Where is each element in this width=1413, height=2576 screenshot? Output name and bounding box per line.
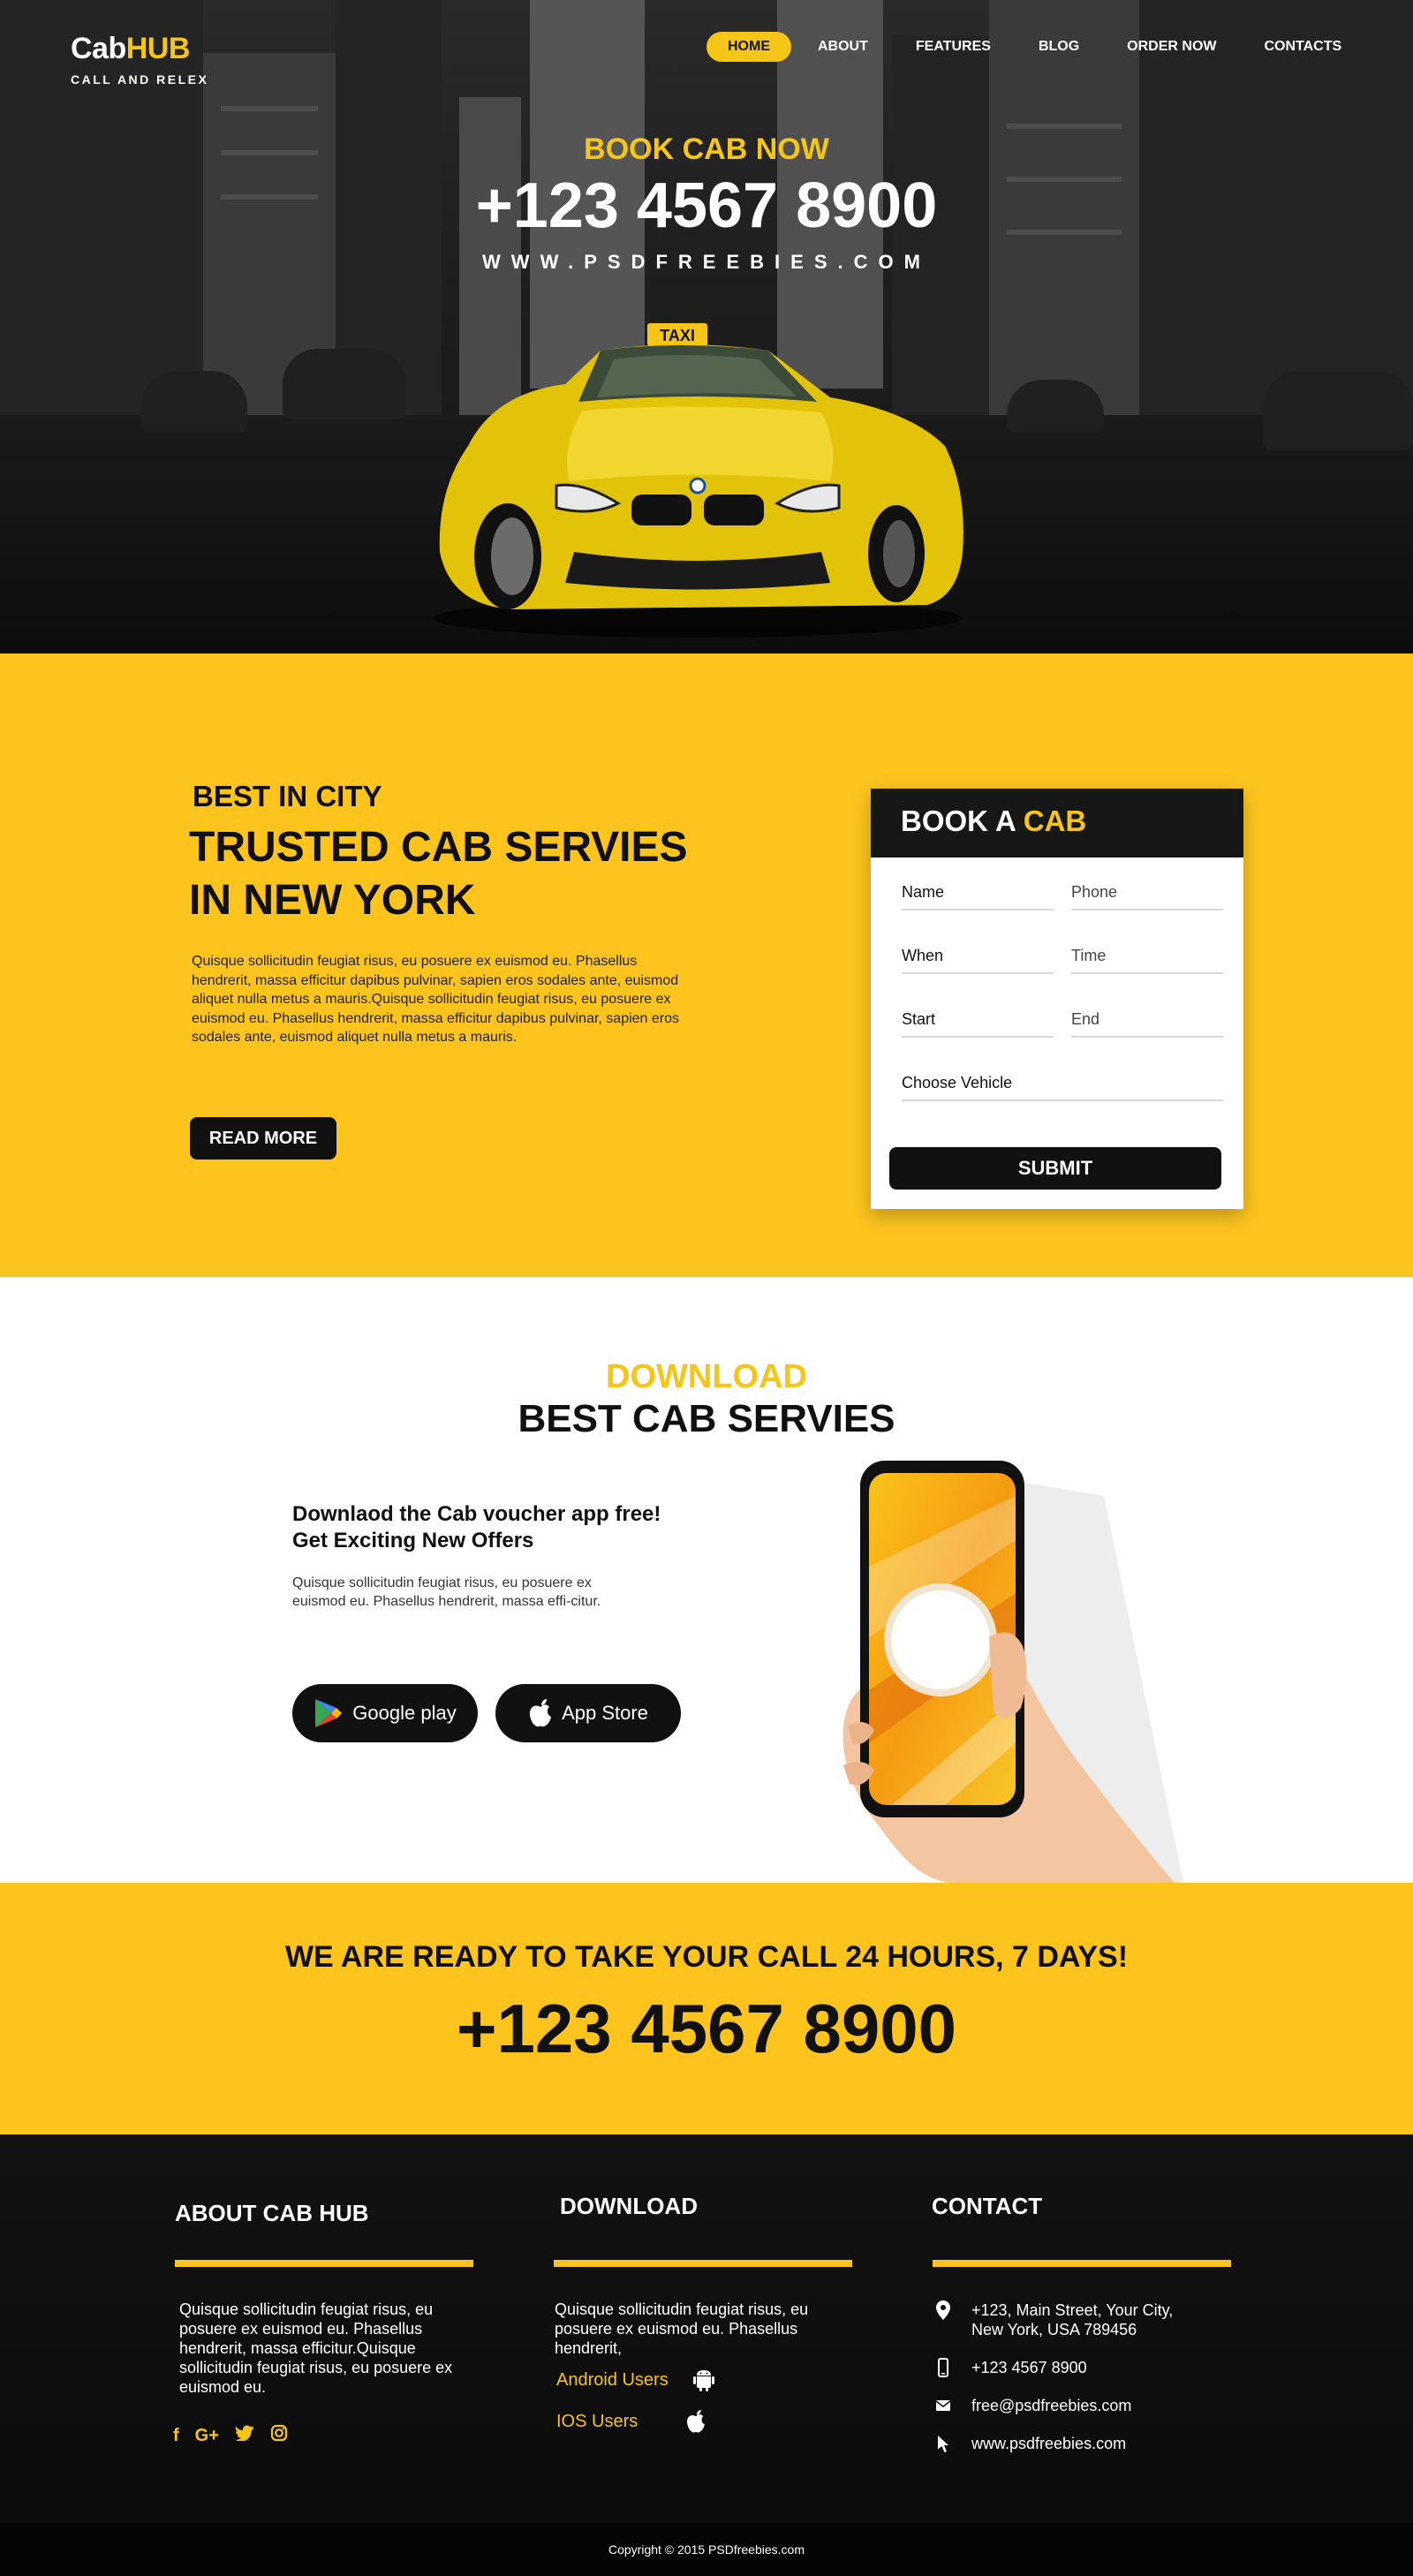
- download-subtitle-line1: Downlaod the Cab voucher app free!: [292, 1502, 661, 1526]
- logo[interactable]: CabHUB: [71, 32, 190, 66]
- google-plus-icon[interactable]: G+: [195, 2426, 219, 2446]
- app-store-button[interactable]: App Store: [495, 1684, 681, 1742]
- instagram-icon[interactable]: [270, 2424, 288, 2447]
- booking-form-title: BOOK A CAB: [901, 805, 1087, 837]
- app-store-label: App Store: [562, 1702, 648, 1724]
- facebook-icon[interactable]: f: [173, 2426, 179, 2446]
- envelope-icon: [936, 2400, 950, 2411]
- copyright-text: Copyright © 2015 PSDfreebies.com: [608, 2542, 805, 2557]
- contact-address: +123, Main Street, Your City, New York, …: [936, 2300, 1173, 2339]
- contact-address-text: +123, Main Street, Your City, New York, …: [971, 2301, 1174, 2338]
- footer-about-text: Quisque sollicitudin feugiat risus, eu p…: [179, 2300, 453, 2396]
- vehicle-select[interactable]: [902, 1066, 1223, 1101]
- booking-title: TRUSTED CAB SERVIES IN NEW YORK: [189, 821, 719, 927]
- booking-title-line1: TRUSTED CAB SERVIES: [189, 824, 688, 871]
- footer-download-title: DOWNLOAD: [560, 2193, 698, 2219]
- mobile-phone-icon: [938, 2358, 948, 2377]
- android-link-label: Android Users: [556, 2369, 669, 2390]
- ios-link[interactable]: IOS Users: [556, 2409, 706, 2434]
- ios-apple-icon: [687, 2409, 706, 2433]
- logo-text-hub: HUB: [125, 32, 191, 65]
- submit-button[interactable]: SUBMIT: [889, 1147, 1221, 1190]
- booking-title-line2: IN NEW YORK: [189, 877, 476, 924]
- footer-about-divider: [175, 2260, 473, 2267]
- footer-contact-divider: [933, 2260, 1231, 2267]
- hero-phone[interactable]: +123 4567 8900: [0, 170, 1413, 242]
- contact-email-text: free@psdfreebies.com: [971, 2397, 1132, 2414]
- download-description: Quisque sollicitudin feugiat risus, eu p…: [292, 1575, 601, 1609]
- booking-description: Quisque sollicitudin feugiat risus, eu p…: [192, 954, 680, 1045]
- apple-icon: [529, 1699, 552, 1727]
- booking-kicker: BEST IN CITY: [193, 780, 382, 812]
- footer-contact-title: CONTACT: [932, 2193, 1043, 2219]
- cursor-icon: [938, 2436, 948, 2452]
- twitter-icon[interactable]: [235, 2425, 254, 2446]
- download-subtitle: Downlaod the Cab voucher app free! Get E…: [292, 1501, 661, 1554]
- taxi-sign-text: TAXI: [660, 327, 695, 344]
- name-field[interactable]: [902, 875, 1054, 910]
- nav-home[interactable]: HOME: [706, 32, 791, 62]
- booking-form-header: BOOK A CAB: [871, 789, 1243, 857]
- end-field[interactable]: [1071, 1002, 1223, 1038]
- footer: ABOUT CAB HUB Quisque sollicitudin feugi…: [0, 2134, 1413, 2576]
- nav-contacts[interactable]: CONTACTS: [1243, 32, 1363, 62]
- call-headline: WE ARE READY TO TAKE YOUR CALL 24 HOURS,…: [284, 1940, 1129, 1974]
- ios-link-label: IOS Users: [556, 2411, 638, 2431]
- booking-section: BEST IN CITY TRUSTED CAB SERVIES IN NEW …: [0, 653, 1413, 1277]
- footer-about-title: ABOUT CAB HUB: [175, 2200, 369, 2226]
- hero-label: BOOK CAB NOW: [584, 132, 829, 166]
- logo-text-cab: Cab: [71, 32, 126, 65]
- taxi-car-image: TAXI: [433, 321, 963, 638]
- time-field[interactable]: [1071, 939, 1223, 974]
- hero-section: CabHUB CALL AND RELEX HOME ABOUT FEATURE…: [0, 0, 1413, 653]
- nav-about[interactable]: ABOUT: [797, 32, 889, 62]
- android-link[interactable]: Android Users: [556, 2368, 714, 2391]
- phone-field[interactable]: [1071, 875, 1223, 910]
- booking-form: BOOK A CAB SUBMIT: [871, 789, 1243, 1209]
- contact-phone-text: +123 4567 8900: [971, 2359, 1087, 2376]
- nav-blog[interactable]: BLOG: [1017, 32, 1100, 62]
- download-section: DOWNLOAD BEST CAB SERVIES Downlaod the C…: [0, 1277, 1413, 1883]
- logo-tagline: CALL AND RELEX: [71, 72, 209, 87]
- call-section: WE ARE READY TO TAKE YOUR CALL 24 HOURS,…: [0, 1883, 1413, 2134]
- contact-phone[interactable]: +123 4567 8900: [936, 2358, 1087, 2377]
- google-play-button[interactable]: Google play: [292, 1684, 478, 1742]
- contact-website[interactable]: www.psdfreebies.com: [936, 2434, 1126, 2453]
- start-field[interactable]: [902, 1002, 1054, 1038]
- call-phone[interactable]: +123 4567 8900: [0, 1989, 1413, 2069]
- phone-in-hand-image: [843, 1461, 1183, 1883]
- read-more-button[interactable]: READ MORE: [190, 1117, 336, 1160]
- download-title: BEST CAB SERVIES: [518, 1397, 895, 1440]
- footer-download-divider: [554, 2260, 852, 2267]
- social-links: f G+: [173, 2424, 288, 2447]
- nav-order-now[interactable]: ORDER NOW: [1106, 32, 1237, 62]
- nav-features[interactable]: FEATURES: [895, 32, 1012, 62]
- hero-url[interactable]: WWW.PSDFREEBIES.COM: [0, 251, 1413, 274]
- location-pin-icon: [936, 2300, 950, 2320]
- google-play-icon: [315, 1699, 343, 1727]
- download-subtitle-line2: Get Exciting New Offers: [292, 1529, 534, 1552]
- main-nav: HOME ABOUT FEATURES BLOG ORDER NOW CONTA…: [706, 32, 1368, 62]
- google-play-label: Google play: [352, 1702, 457, 1724]
- contact-website-text: www.psdfreebies.com: [971, 2435, 1127, 2452]
- footer-download-text: Quisque sollicitudin feugiat risus, eu p…: [555, 2300, 809, 2357]
- android-icon: [692, 2370, 714, 2391]
- when-field[interactable]: [902, 939, 1054, 974]
- download-kicker: DOWNLOAD: [606, 1358, 807, 1395]
- contact-email[interactable]: free@psdfreebies.com: [936, 2396, 1131, 2415]
